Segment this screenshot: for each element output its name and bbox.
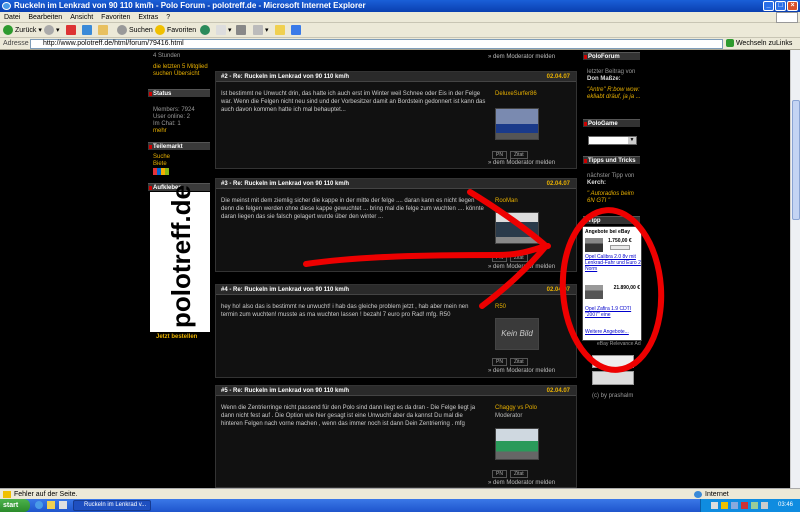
tray-icon[interactable] — [731, 502, 738, 509]
window-title: Ruckeln im Lenkrad von 90 110 km/h - Pol… — [14, 1, 366, 10]
ie-quicklaunch-icon[interactable] — [35, 501, 43, 509]
edit-button[interactable]: ▾ — [253, 25, 269, 36]
folder-button[interactable] — [275, 25, 287, 36]
history-icon — [200, 25, 210, 36]
folder-icon — [275, 25, 285, 36]
messenger-icon — [291, 25, 301, 36]
taskbar: start Ruckeln im Lenkrad v... 03:46 — [0, 499, 800, 512]
menu-datei[interactable]: Datei — [0, 12, 24, 23]
internet-zone-icon — [694, 491, 702, 498]
refresh-icon — [82, 25, 92, 36]
home-button[interactable] — [98, 25, 110, 36]
go-arrow-icon — [726, 39, 734, 48]
favorites-button[interactable]: Favoriten — [155, 25, 196, 36]
stop-button[interactable] — [66, 25, 78, 36]
go-button[interactable]: Wechseln zu — [726, 39, 776, 49]
print-icon — [236, 25, 246, 36]
history-button[interactable] — [200, 25, 212, 36]
windows-logo-icon — [776, 12, 798, 23]
back-button[interactable]: Zurück ▾ — [3, 25, 42, 36]
warning-icon[interactable] — [3, 491, 11, 498]
back-arrow-icon — [3, 25, 13, 36]
annotation-arrow-shaft — [303, 243, 551, 267]
home-icon — [98, 25, 108, 36]
forward-arrow-icon — [44, 25, 54, 36]
desktop-quicklaunch-icon[interactable] — [59, 501, 67, 509]
forward-button[interactable]: ▾ — [44, 25, 60, 36]
search-icon — [117, 25, 127, 36]
address-label: Adresse — [3, 40, 29, 47]
explorer-quicklaunch-icon[interactable] — [47, 501, 55, 509]
close-button[interactable]: × — [787, 1, 798, 11]
print-button[interactable] — [236, 25, 248, 36]
tray-icon[interactable] — [741, 502, 748, 509]
taskbar-item-ie[interactable]: Ruckeln im Lenkrad v... — [73, 500, 151, 511]
address-input[interactable]: http://www.polotreff.de/html/forum/79416… — [30, 39, 723, 49]
tray-icon[interactable] — [761, 502, 768, 509]
mail-button[interactable]: ▾ — [216, 25, 232, 36]
edit-icon — [253, 25, 263, 36]
menu-bearbeiten[interactable]: Bearbeiten — [24, 12, 66, 23]
menu-extras[interactable]: Extras — [134, 12, 162, 23]
address-bar: Adresse http://www.polotreff.de/html/for… — [0, 38, 800, 50]
scrollbar-thumb[interactable] — [792, 100, 800, 220]
vertical-scrollbar[interactable] — [790, 50, 800, 488]
clock: 03:46 — [778, 502, 794, 508]
search-button[interactable]: Suchen — [117, 25, 153, 36]
mail-icon — [216, 25, 226, 36]
ie-logo-icon — [2, 2, 11, 10]
refresh-button[interactable] — [82, 25, 94, 36]
stop-icon — [66, 25, 76, 36]
window-title-bar[interactable]: Ruckeln im Lenkrad von 90 110 km/h - Pol… — [0, 0, 800, 12]
links-button[interactable]: Links — [776, 39, 792, 49]
tray-icon[interactable] — [711, 502, 718, 509]
menu-bar: Datei Bearbeiten Ansicht Favoriten Extras? — [0, 12, 800, 23]
page-content: 4 Stunden die letzten 5 Mitglied suchen … — [0, 50, 790, 488]
messenger-button[interactable] — [291, 25, 303, 36]
minimize-button[interactable]: _ — [763, 1, 774, 11]
annotation-circle — [559, 207, 665, 373]
maximize-button[interactable]: □ — [775, 1, 786, 11]
start-button[interactable]: start — [0, 499, 30, 512]
menu-favoriten[interactable]: Favoriten — [97, 12, 134, 23]
status-bar: Fehler auf der Seite. Internet — [0, 488, 800, 499]
star-icon — [155, 25, 165, 36]
tray-icon[interactable] — [751, 502, 758, 509]
red-annotation-overlay — [303, 189, 665, 373]
menu-ansicht[interactable]: Ansicht — [66, 12, 97, 23]
toolbar: Zurück ▾ ▾ Suchen Favoriten ▾ ▾ — [0, 23, 800, 38]
tray-icon[interactable] — [721, 502, 728, 509]
menu-help[interactable]: ? — [162, 12, 174, 23]
